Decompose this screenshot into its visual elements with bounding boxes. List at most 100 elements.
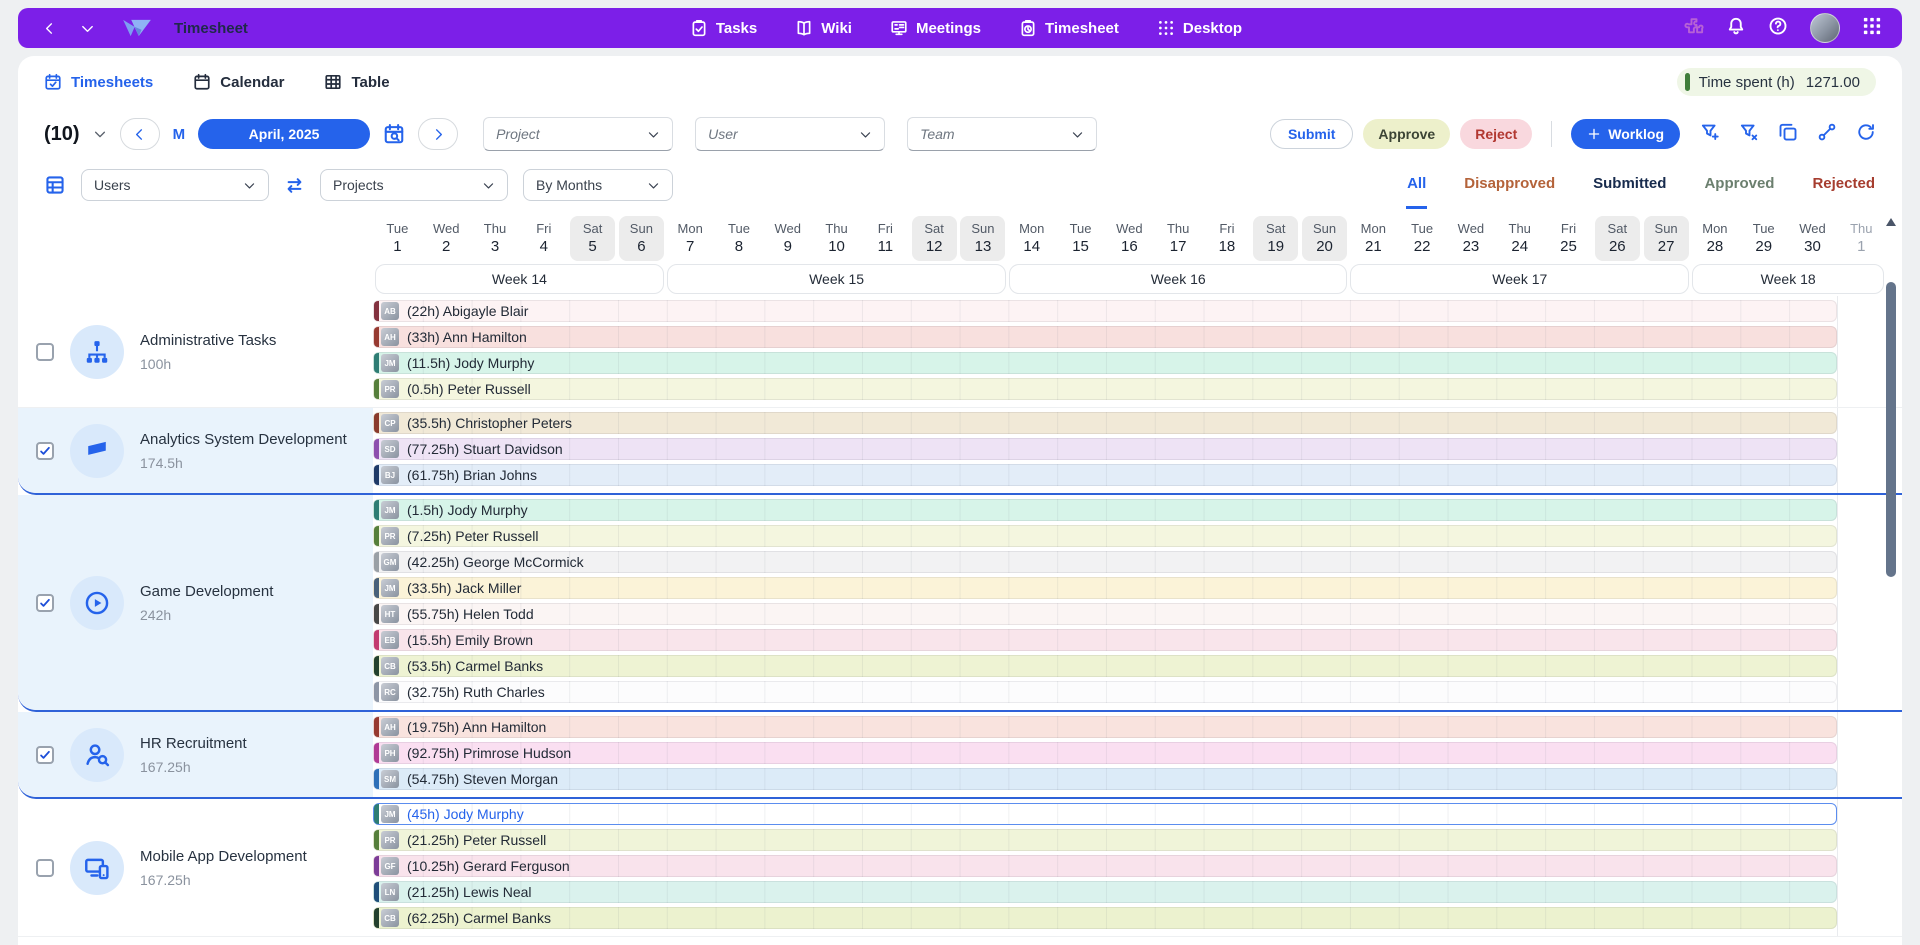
desktop-icon — [1157, 19, 1175, 37]
back-button[interactable] — [38, 17, 60, 39]
worklog-accent — [374, 830, 379, 850]
worklog-bar[interactable]: EB(15.5h) Emily Brown — [373, 629, 1837, 651]
status-tab-submitted[interactable]: Submitted — [1592, 161, 1667, 209]
worklog-bar[interactable]: GF(10.25h) Gerard Ferguson — [373, 855, 1837, 877]
worklog-bar[interactable]: AB(22h) Abigayle Blair — [373, 300, 1837, 322]
day-number: 18 — [1204, 237, 1249, 256]
filter-placeholder: Team — [920, 126, 955, 142]
worklog-bar[interactable]: JM(33.5h) Jack Miller — [373, 577, 1837, 599]
project-checkbox[interactable] — [36, 594, 54, 612]
project-checkbox[interactable] — [36, 859, 54, 877]
project-checkbox[interactable] — [36, 442, 54, 460]
month-selector[interactable]: April, 2025 — [198, 119, 370, 149]
chevron-down-icon[interactable] — [93, 127, 107, 141]
puzzle-icon[interactable] — [1684, 16, 1704, 41]
user-avatar[interactable] — [1810, 13, 1840, 43]
worklog-bar[interactable]: CB(53.5h) Carmel Banks — [373, 655, 1837, 677]
worklog-bar[interactable]: SM(54.75h) Steven Morgan — [373, 768, 1837, 790]
submit-button[interactable]: Submit — [1270, 119, 1353, 149]
worklog-bar[interactable]: PR(7.25h) Peter Russell — [373, 525, 1837, 547]
tab-timesheets[interactable]: Timesheets — [44, 73, 153, 91]
bell-icon[interactable] — [1726, 16, 1746, 41]
day-column-wed-2: Wed2 — [422, 216, 471, 261]
nav-item-timesheet[interactable]: Timesheet — [1019, 19, 1119, 37]
filter-placeholder: Project — [496, 126, 540, 142]
group-select-by-months[interactable]: By Months — [523, 169, 673, 201]
worklog-bar[interactable]: PR(21.25h) Peter Russell — [373, 829, 1837, 851]
worklog-accent — [374, 353, 379, 373]
day-column-fri-4: Fri4 — [519, 216, 568, 261]
worklog-accent — [374, 682, 379, 702]
filter-clear-icon[interactable] — [1739, 122, 1759, 147]
group-select-projects[interactable]: Projects — [320, 169, 508, 201]
user-avatar: SD — [381, 440, 399, 458]
help-icon[interactable] — [1768, 16, 1788, 41]
swap-icon[interactable] — [284, 175, 305, 196]
worklog-bar[interactable]: JM(11.5h) Jody Murphy — [373, 352, 1837, 374]
filter-select-team[interactable]: Team — [907, 117, 1097, 151]
project-checkbox[interactable] — [36, 343, 54, 361]
worklog-bar[interactable]: JM(45h) Jody Murphy — [373, 803, 1837, 825]
worklog-bar[interactable]: LN(21.25h) Lewis Neal — [373, 881, 1837, 903]
worklog-bar[interactable]: PH(92.75h) Primrose Hudson — [373, 742, 1837, 764]
status-tab-disapproved[interactable]: Disapproved — [1463, 161, 1556, 209]
status-tab-approved[interactable]: Approved — [1703, 161, 1775, 209]
worklog-label: (10.25h) Gerard Ferguson — [407, 858, 570, 874]
worklog-bar[interactable]: HT(55.75h) Helen Todd — [373, 603, 1837, 625]
next-month-button[interactable] — [418, 118, 458, 150]
copy-icon[interactable] — [1778, 122, 1798, 147]
vertical-scrollbar[interactable] — [1885, 218, 1897, 906]
filter-clear-icon — [1739, 122, 1759, 142]
worklog-bar[interactable]: CP(35.5h) Christopher Peters — [373, 412, 1837, 434]
add-worklog-button[interactable]: Worklog — [1571, 119, 1680, 149]
day-column-fri-11: Fri11 — [861, 216, 910, 261]
expand-button[interactable] — [76, 17, 98, 39]
filter-add-icon[interactable] — [1700, 122, 1720, 147]
toolbar-right: Submit Approve Reject Worklog — [1270, 119, 1876, 149]
reject-button[interactable]: Reject — [1460, 119, 1532, 149]
project-hours: 174.5h — [140, 455, 347, 471]
worklog-bar[interactable]: SD(77.25h) Stuart Davidson — [373, 438, 1837, 460]
prev-month-button[interactable] — [120, 118, 160, 150]
mode-letter[interactable]: M — [173, 126, 186, 143]
worklog-bar[interactable]: CB(62.25h) Carmel Banks — [373, 907, 1837, 929]
worklog-bar[interactable]: JM(1.5h) Jody Murphy — [373, 499, 1837, 521]
worklog-bar[interactable]: BJ(61.75h) Brian Johns — [373, 464, 1837, 486]
chevron-down-icon — [482, 179, 495, 192]
calendar-search-icon[interactable] — [383, 123, 405, 145]
link-icon[interactable] — [1817, 122, 1837, 147]
nav-item-desktop[interactable]: Desktop — [1157, 19, 1242, 37]
day-number: 12 — [912, 237, 957, 256]
status-tab-all[interactable]: All — [1406, 161, 1427, 209]
project-timeline: AB(22h) Abigayle Blair AH(33h) Ann Hamilt… — [373, 296, 1902, 407]
status-filter-tabs: All Disapproved Submitted Approved Rejected — [1406, 161, 1876, 209]
worklog-bar[interactable]: RC(32.75h) Ruth Charles — [373, 681, 1837, 703]
day-box: Tue29 — [1741, 216, 1786, 261]
nav-item-wiki[interactable]: Wiki — [795, 19, 852, 37]
worklog-bar[interactable]: AH(19.75h) Ann Hamilton — [373, 716, 1837, 738]
apps-grid-icon[interactable] — [1862, 16, 1882, 41]
day-name: Sun — [1644, 220, 1689, 237]
project-checkbox[interactable] — [36, 746, 54, 764]
worklog-bar[interactable]: AH(33h) Ann Hamilton — [373, 326, 1837, 348]
scrollbar-thumb[interactable] — [1886, 282, 1896, 577]
day-column-sat-26: Sat26 — [1593, 216, 1642, 261]
group-count[interactable]: (10) — [44, 123, 80, 146]
filter-select-user[interactable]: User — [695, 117, 885, 151]
day-column-thu-3: Thu3 — [471, 216, 520, 261]
tab-calendar[interactable]: Calendar — [193, 73, 284, 91]
nav-item-tasks[interactable]: Tasks — [690, 19, 757, 37]
bell-icon — [1726, 16, 1746, 36]
worklog-bar[interactable]: GM(42.25h) George McCormick — [373, 551, 1837, 573]
group-select-users[interactable]: Users — [81, 169, 269, 201]
status-tab-rejected[interactable]: Rejected — [1811, 161, 1876, 209]
divider — [1551, 121, 1552, 147]
nav-item-meetings[interactable]: Meetings — [890, 19, 981, 37]
filter-select-project[interactable]: Project — [483, 117, 673, 151]
refresh-icon[interactable] — [1856, 122, 1876, 147]
worklog-bar[interactable]: PR(0.5h) Peter Russell — [373, 378, 1837, 400]
tab-table[interactable]: Table — [324, 73, 389, 91]
scroll-up-arrow[interactable] — [1886, 218, 1896, 226]
worklog-accent — [374, 630, 379, 650]
approve-button[interactable]: Approve — [1363, 119, 1450, 149]
